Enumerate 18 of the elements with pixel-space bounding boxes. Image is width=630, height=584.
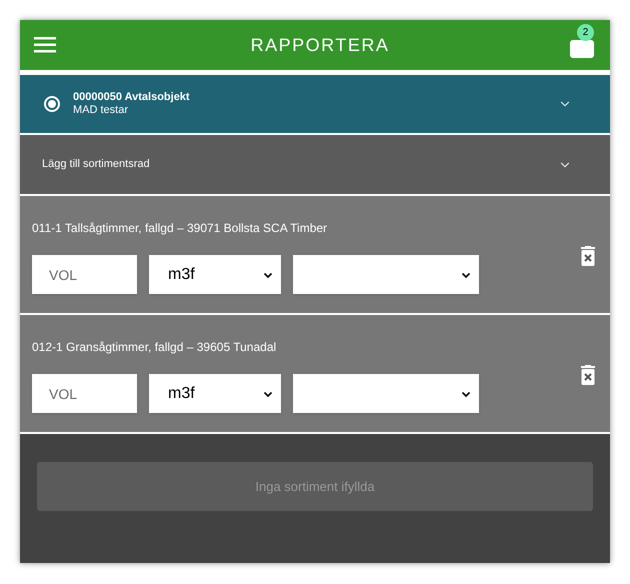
contract-subtitle: MAD testar: [73, 104, 130, 117]
page-title: RAPPORTERA: [250, 34, 390, 56]
add-row-label: Lägg till sortimentsrad: [42, 157, 150, 172]
assortment-title: 011-1 Tallsågtimmer, fallgd – 39071 Bollsta SCA Timber: [32, 220, 328, 237]
unit-select[interactable]: m3f: [149, 255, 281, 294]
contract-title: 00000050 Avtalsobjekt: [73, 91, 191, 104]
contract-panel[interactable]: 00000050 Avtalsobjekt MAD testar: [20, 75, 610, 135]
volume-field[interactable]: VOL: [32, 374, 137, 413]
bag-icon[interactable]: [570, 40, 594, 58]
volume-field[interactable]: VOL: [32, 255, 137, 294]
delete-icon[interactable]: [580, 246, 596, 267]
unit-select[interactable]: m3f: [149, 374, 281, 413]
menu-icon[interactable]: [34, 37, 56, 53]
radio-button[interactable]: [44, 96, 60, 112]
delete-icon[interactable]: [580, 365, 596, 386]
count-badge: 2: [576, 24, 594, 41]
add-row-panel[interactable]: Lägg till sortimentsrad: [20, 135, 610, 196]
assortment-title: 012-1 Gransågtimmer, fallgd – 39605 Tunadal: [32, 339, 278, 356]
